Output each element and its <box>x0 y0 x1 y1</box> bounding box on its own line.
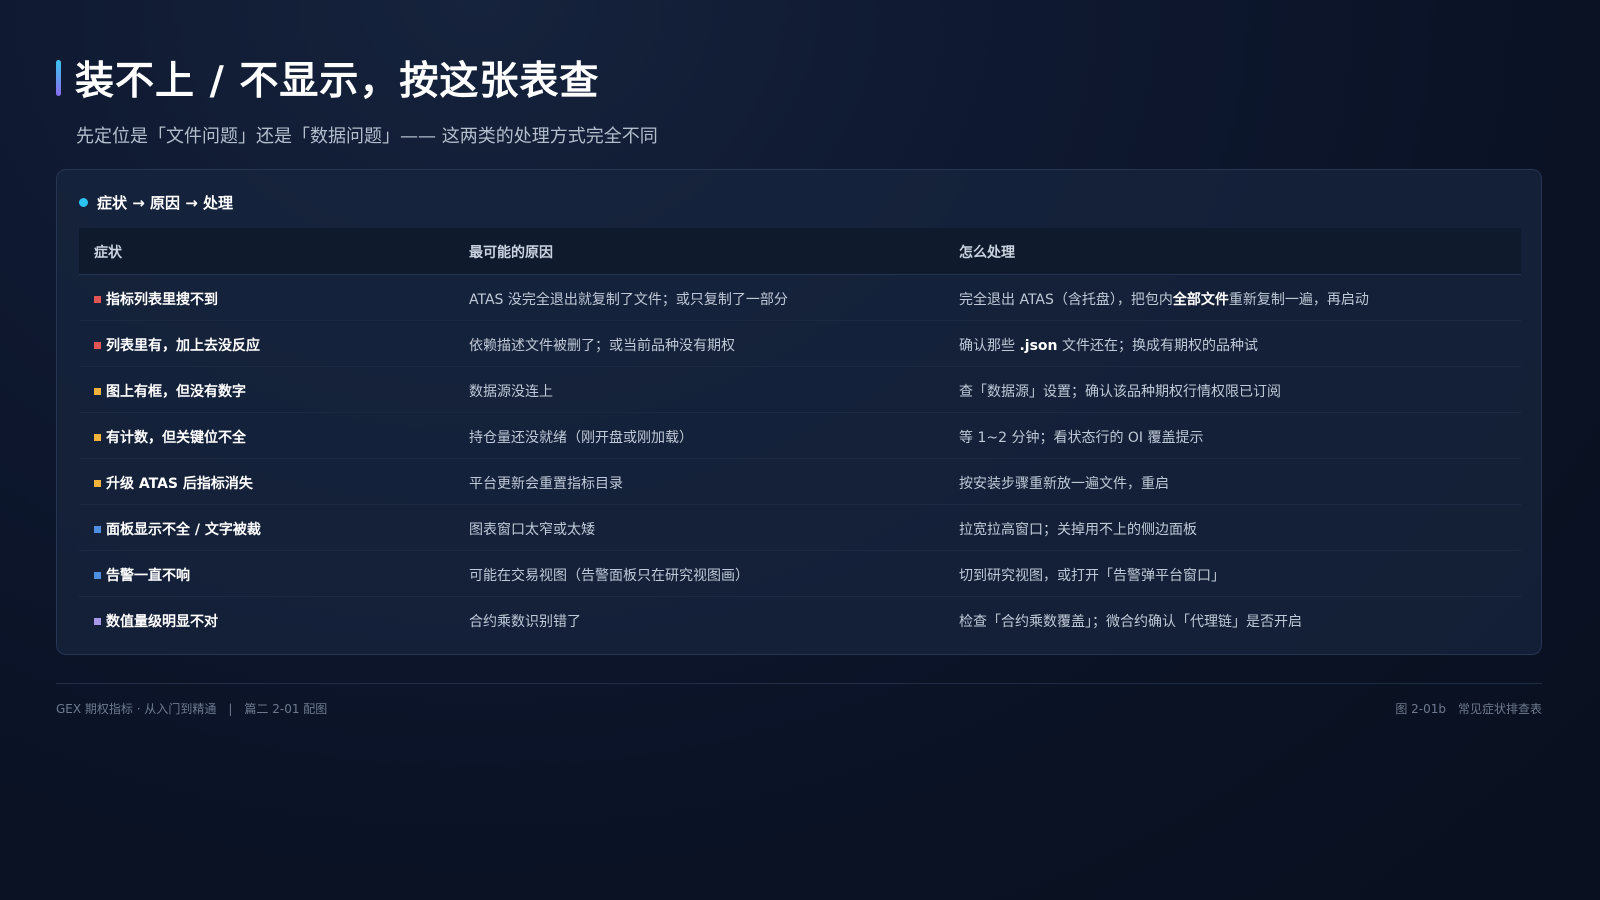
symptom-text: 数值量级明显不对 <box>106 614 218 630</box>
fix-text: 检查「合约乘数覆盖」；微合约确认「代理链」是否开启 <box>959 614 1302 630</box>
table-row: 告警一直不响 可能在交易视图（告警面板只在研究视图画） 切到研究视图，或打开「告… <box>79 551 1521 597</box>
symptom-cell: 指标列表里搜不到 <box>94 289 218 309</box>
page-title: 装不上 / 不显示，按这张表查 <box>75 59 600 104</box>
fix-text-after: 重新复制一遍，再启动 <box>1228 292 1369 308</box>
symptom-text: 面板显示不全 / 文字被裁 <box>106 522 261 538</box>
footer-left: GEX 期权指标 · 从入门到精通 | 篇二 2-01 配图 <box>56 700 327 717</box>
table-header-row: 症状 最可能的原因 怎么处理 <box>79 228 1521 275</box>
fix-text: 拉宽拉高窗口；关掉用不上的侧边面板 <box>959 522 1197 538</box>
fix-text: 完全退出 ATAS（含托盘），把包内 <box>959 292 1173 308</box>
symptom-cell: 告警一直不响 <box>94 565 190 585</box>
fix-emphasis: .json <box>1019 338 1058 354</box>
square-marker-icon <box>94 617 101 625</box>
cause-cell: 合约乘数识别错了 <box>469 614 581 630</box>
table-row: 面板显示不全 / 文字被裁 图表窗口太窄或太矮 拉宽拉高窗口；关掉用不上的侧边面… <box>79 505 1521 551</box>
bullet-dot-icon <box>79 198 88 207</box>
square-marker-icon <box>94 295 101 303</box>
fix-cell: 等 1~2 分钟；看状态行的 OI 覆盖提示 <box>959 427 1204 447</box>
symptom-cell: 数值量级明显不对 <box>94 611 218 631</box>
card-heading-text: 症状 → 原因 → 处理 <box>97 194 234 212</box>
column-header-fix: 怎么处理 <box>959 245 1015 261</box>
table-body: 指标列表里搜不到 ATAS 没完全退出就复制了文件；或只复制了一部分 完全退出 … <box>79 275 1521 642</box>
footer-chapter: 篇二 2-01 配图 <box>244 702 328 716</box>
fix-text: 确认那些 <box>959 338 1020 354</box>
troubleshooting-card: 症状 → 原因 → 处理 症状 最可能的原因 怎么处理 指标列表里搜不到 ATA… <box>56 169 1542 655</box>
symptom-text: 图上有框，但没有数字 <box>106 384 246 400</box>
table-row: 图上有框，但没有数字 数据源没连上 查「数据源」设置；确认该品种期权行情权限已订… <box>79 367 1521 413</box>
footer-separator: | <box>228 702 233 716</box>
fix-text: 切到研究视图，或打开「告警弹平台窗口」 <box>959 568 1225 584</box>
square-marker-icon <box>94 387 101 395</box>
square-marker-icon <box>94 479 101 487</box>
troubleshooting-table: 症状 最可能的原因 怎么处理 指标列表里搜不到 ATAS 没完全退出就复制了文件… <box>79 228 1521 642</box>
symptom-text: 列表里有，加上去没反应 <box>106 338 260 354</box>
symptom-text: 升级 ATAS 后指标消失 <box>106 476 253 492</box>
card-heading: 症状 → 原因 → 处理 <box>79 192 233 213</box>
fix-cell: 按安装步骤重新放一遍文件，重启 <box>959 473 1169 493</box>
table-row: 升级 ATAS 后指标消失 平台更新会重置指标目录 按安装步骤重新放一遍文件，重… <box>79 459 1521 505</box>
symptom-text: 告警一直不响 <box>106 568 190 584</box>
fix-cell: 确认那些 .json 文件还在；换成有期权的品种试 <box>959 335 1258 355</box>
symptom-cell: 有计数，但关键位不全 <box>94 427 246 447</box>
square-marker-icon <box>94 433 101 441</box>
square-marker-icon <box>94 341 101 349</box>
symptom-cell: 面板显示不全 / 文字被裁 <box>94 519 261 539</box>
footer-figure-number: 图 2-01b <box>1395 702 1446 716</box>
fix-text: 按安装步骤重新放一遍文件，重启 <box>959 476 1169 492</box>
fix-cell: 查「数据源」设置；确认该品种期权行情权限已订阅 <box>959 381 1281 401</box>
square-marker-icon <box>94 571 101 579</box>
page-subtitle: 先定位是「文件问题」还是「数据问题」—— 这两类的处理方式完全不同 <box>76 126 658 147</box>
footer-series: GEX 期权指标 · 从入门到精通 <box>56 702 217 716</box>
table-row: 指标列表里搜不到 ATAS 没完全退出就复制了文件；或只复制了一部分 完全退出 … <box>79 275 1521 321</box>
cause-cell: 持仓量还没就绪（刚开盘或刚加载） <box>469 430 693 446</box>
title-accent-bar <box>56 60 61 96</box>
fix-cell: 拉宽拉高窗口；关掉用不上的侧边面板 <box>959 519 1197 539</box>
fix-cell: 切到研究视图，或打开「告警弹平台窗口」 <box>959 565 1225 585</box>
symptom-text: 有计数，但关键位不全 <box>106 430 246 446</box>
cause-cell: 可能在交易视图（告警面板只在研究视图画） <box>469 568 749 584</box>
footer-figure-caption: 常见症状排查表 <box>1457 702 1542 716</box>
symptom-cell: 升级 ATAS 后指标消失 <box>94 473 253 493</box>
table-row: 数值量级明显不对 合约乘数识别错了 检查「合约乘数覆盖」；微合约确认「代理链」是… <box>79 597 1521 642</box>
symptom-cell: 列表里有，加上去没反应 <box>94 335 260 355</box>
fix-text: 查「数据源」设置；确认该品种期权行情权限已订阅 <box>959 384 1281 400</box>
symptom-cell: 图上有框，但没有数字 <box>94 381 246 401</box>
title-row: 装不上 / 不显示，按这张表查 <box>56 50 658 106</box>
cause-cell: 依赖描述文件被删了；或当前品种没有期权 <box>469 338 735 354</box>
footer-right: 图 2-01b 常见症状排查表 <box>1395 700 1542 717</box>
cause-cell: 图表窗口太窄或太矮 <box>469 522 595 538</box>
table-row: 列表里有，加上去没反应 依赖描述文件被删了；或当前品种没有期权 确认那些 .js… <box>79 321 1521 367</box>
page-header: 装不上 / 不显示，按这张表查 先定位是「文件问题」还是「数据问题」—— 这两类… <box>56 50 658 148</box>
fix-text: 等 1~2 分钟；看状态行的 OI 覆盖提示 <box>959 430 1204 446</box>
fix-cell: 检查「合约乘数覆盖」；微合约确认「代理链」是否开启 <box>959 611 1302 631</box>
fix-emphasis: 全部文件 <box>1172 292 1229 308</box>
table-row: 有计数，但关键位不全 持仓量还没就绪（刚开盘或刚加载） 等 1~2 分钟；看状态… <box>79 413 1521 459</box>
column-header-symptom: 症状 <box>94 245 122 261</box>
cause-cell: 平台更新会重置指标目录 <box>469 476 623 492</box>
fix-text-after: 文件还在；换成有期权的品种试 <box>1057 338 1258 354</box>
symptom-text: 指标列表里搜不到 <box>106 292 218 308</box>
fix-cell: 完全退出 ATAS（含托盘），把包内全部文件重新复制一遍，再启动 <box>959 289 1369 309</box>
square-marker-icon <box>94 525 101 533</box>
column-header-cause: 最可能的原因 <box>469 245 553 261</box>
cause-cell: ATAS 没完全退出就复制了文件；或只复制了一部分 <box>469 292 788 308</box>
cause-cell: 数据源没连上 <box>469 384 553 400</box>
footer-divider <box>56 683 1542 684</box>
